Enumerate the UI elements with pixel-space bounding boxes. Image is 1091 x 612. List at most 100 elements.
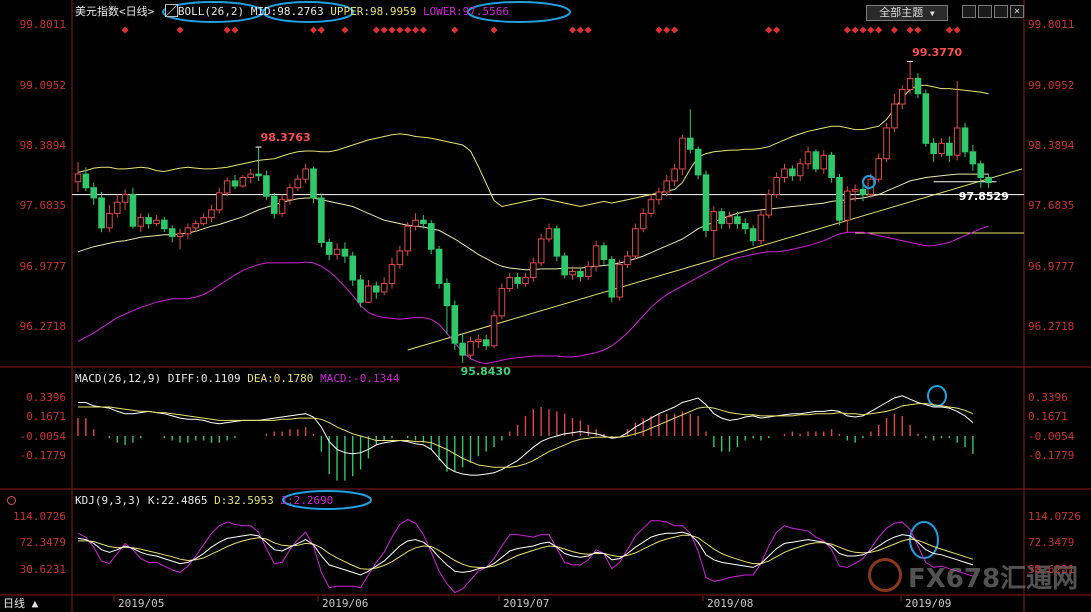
- main-ytick-right: 99.0952: [1028, 78, 1075, 92]
- signal-marker: [223, 26, 231, 34]
- candle-body: [977, 163, 985, 178]
- x-axis-label: 2019/07: [503, 597, 550, 610]
- window-restore-icon[interactable]: [962, 5, 976, 18]
- candle-body: [537, 238, 545, 264]
- candle-body: [600, 245, 608, 260]
- candle-body: [891, 103, 898, 129]
- candle-body: [82, 173, 90, 189]
- close-icon[interactable]: ×: [1010, 5, 1024, 18]
- candle-body: [176, 233, 184, 237]
- candle-body: [435, 248, 443, 284]
- macd-ytick-left: 0.3396: [26, 391, 66, 405]
- candle-body: [851, 188, 859, 192]
- candle-body: [200, 217, 207, 225]
- candle-body: [632, 228, 639, 257]
- candle-body: [349, 255, 357, 281]
- candle-body: [137, 217, 145, 227]
- candle-body: [608, 258, 616, 298]
- candle-body: [655, 191, 663, 201]
- candle-body: [592, 245, 600, 267]
- boll-icon[interactable]: [164, 4, 178, 17]
- period-button[interactable]: 日线 ▲: [3, 597, 38, 611]
- candle-body: [812, 151, 820, 170]
- candle-body: [584, 265, 592, 278]
- signal-marker: [906, 26, 914, 34]
- candle-body: [765, 194, 773, 216]
- signal-marker: [576, 26, 584, 34]
- candle-body: [113, 201, 121, 214]
- candle-body: [129, 194, 137, 227]
- x-axis-label: 2019/06: [322, 597, 369, 610]
- signal-marker: [317, 26, 325, 34]
- candle-body: [953, 127, 961, 156]
- candle-body: [796, 163, 804, 177]
- candle-body: [687, 137, 694, 150]
- boll-mid-line: [77, 173, 989, 271]
- annotation-label: 99.3770: [912, 45, 963, 59]
- main-ytick-left: 98.3894: [19, 138, 66, 152]
- candle-body: [883, 127, 890, 160]
- candle-body: [373, 285, 380, 293]
- macd-macd: MACD:-0.1344: [320, 372, 400, 385]
- macd-ytick-right: -0.1779: [1028, 448, 1075, 462]
- window-split-icon[interactable]: [978, 5, 992, 18]
- main-ytick-right: 98.3894: [1028, 138, 1075, 152]
- macd-ytick-right: 0.1671: [1028, 410, 1068, 424]
- boll-label[interactable]: BOLL(26,2): [178, 5, 244, 18]
- x-axis-label: 2019/08: [707, 597, 754, 610]
- kdj-j-line: [77, 518, 974, 594]
- panel-settings-icon[interactable]: [7, 496, 16, 505]
- trend-line: [407, 168, 1023, 351]
- candle-body: [545, 228, 553, 240]
- signal-marker: [569, 26, 577, 34]
- macd-label[interactable]: MACD(26,12,9): [75, 372, 161, 385]
- candle-body: [388, 264, 396, 284]
- signal-marker: [851, 26, 859, 34]
- kdj-header: KDJ(9,3,3) K:22.4865 D:32.5953 J:2.2690: [75, 494, 333, 508]
- candle-body: [467, 340, 474, 356]
- candle-body: [914, 77, 922, 95]
- kdj-ytick-left: 72.3479: [19, 536, 66, 550]
- signal-marker: [372, 26, 380, 34]
- signal-marker: [341, 26, 349, 34]
- window-grid-icon[interactable]: [994, 5, 1008, 18]
- candle-body: [804, 151, 812, 165]
- candle-body: [451, 305, 459, 344]
- candle-body: [522, 276, 529, 284]
- signal-marker: [773, 26, 781, 34]
- candle-body: [663, 180, 671, 193]
- signal-marker: [859, 26, 867, 34]
- signal-marker: [380, 26, 388, 34]
- signal-marker: [231, 26, 239, 34]
- annotation-label: 95.8430: [460, 365, 511, 379]
- main-ytick-left: 96.2718: [19, 319, 66, 333]
- candle-body: [443, 282, 451, 307]
- candle-body: [302, 168, 309, 180]
- candle-body: [844, 190, 851, 221]
- candle-body: [710, 211, 718, 231]
- chart-canvas: [0, 0, 1091, 612]
- candle-body: [639, 212, 647, 230]
- candle-body: [333, 248, 341, 255]
- signal-marker: [176, 26, 184, 34]
- candle-body: [969, 151, 977, 165]
- macd-header: MACD(26,12,9) DIFF:0.1109 DEA:0.1780 MAC…: [75, 372, 400, 386]
- chart-stage[interactable]: 美元指数<日线> BOLL(26,2) MID:98.2763 UPPER:98…: [0, 0, 1091, 612]
- candle-body: [318, 197, 325, 243]
- main-ytick-right: 99.8011: [1028, 18, 1075, 32]
- signal-marker: [412, 26, 420, 34]
- main-header: 美元指数<日线> BOLL(26,2) MID:98.2763 UPPER:98…: [75, 4, 509, 19]
- boll-upper-line: [77, 84, 989, 208]
- period-label: <日线>: [119, 5, 155, 18]
- kdj-label[interactable]: KDJ(9,3,3): [75, 494, 141, 507]
- candle-body: [624, 255, 631, 266]
- theme-button[interactable]: 全部主题 ▼: [866, 5, 948, 21]
- candle-body: [781, 168, 788, 178]
- candle-body: [569, 270, 576, 276]
- candle-body: [357, 279, 364, 303]
- macd-diff: DIFF:0.1109: [167, 372, 241, 385]
- candle-body: [898, 88, 906, 105]
- candle-body: [828, 154, 835, 178]
- theme-button-label: 全部主题: [879, 6, 924, 19]
- candle-body: [930, 142, 937, 155]
